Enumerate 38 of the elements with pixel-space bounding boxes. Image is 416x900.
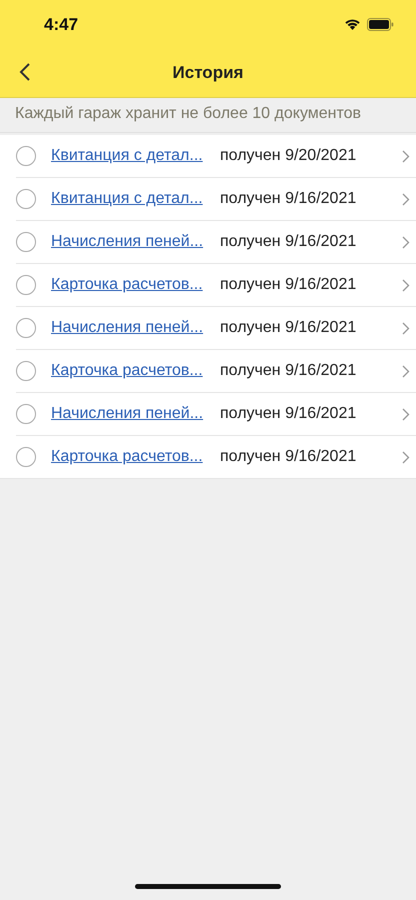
document-link[interactable]: Карточка расчетов... xyxy=(51,276,206,294)
received-date: получен 9/16/2021 xyxy=(220,190,358,208)
received-date: получен 9/16/2021 xyxy=(220,405,358,423)
received-date: получен 9/20/2021 xyxy=(220,147,358,165)
document-link[interactable]: Начисления пеней... xyxy=(51,233,206,251)
received-date: получен 9/16/2021 xyxy=(220,319,358,337)
radio-button[interactable] xyxy=(16,189,36,209)
chevron-right-icon xyxy=(402,150,410,162)
chevron-right-icon xyxy=(402,236,410,248)
received-date: получен 9/16/2021 xyxy=(220,276,358,294)
radio-button[interactable] xyxy=(16,404,36,424)
radio-button[interactable] xyxy=(16,146,36,166)
document-link[interactable]: Начисления пеней... xyxy=(51,405,206,423)
document-link[interactable]: Карточка расчетов... xyxy=(51,448,206,466)
document-link[interactable]: Начисления пеней... xyxy=(51,319,206,337)
received-date: получен 9/16/2021 xyxy=(220,233,358,251)
received-date: получен 9/16/2021 xyxy=(220,448,358,466)
chevron-right-icon xyxy=(402,450,410,464)
received-date: получен 9/16/2021 xyxy=(220,362,358,380)
status-time: 4:47 xyxy=(44,15,78,35)
wifi-icon xyxy=(344,18,361,30)
document-row[interactable]: Карточка расчетов... получен 9/16/2021 xyxy=(0,436,416,479)
battery-icon xyxy=(367,18,394,30)
radio-button[interactable] xyxy=(16,232,36,252)
back-button[interactable] xyxy=(18,62,32,82)
chevron-right-icon xyxy=(402,192,410,206)
radio-button[interactable] xyxy=(16,361,36,381)
document-link[interactable]: Карточка расчетов... xyxy=(51,362,206,380)
chevron-right-icon xyxy=(402,408,410,420)
radio-button[interactable] xyxy=(16,318,36,338)
chevron-right-icon xyxy=(402,278,410,292)
radio-button[interactable] xyxy=(16,447,36,467)
document-link[interactable]: Квитанция с детал... xyxy=(51,190,206,208)
screen-title: История xyxy=(172,62,244,82)
document-link[interactable]: Квитанция с детал... xyxy=(51,147,206,165)
chevron-right-icon xyxy=(402,322,410,334)
chevron-right-icon xyxy=(402,364,410,378)
radio-button[interactable] xyxy=(16,275,36,295)
